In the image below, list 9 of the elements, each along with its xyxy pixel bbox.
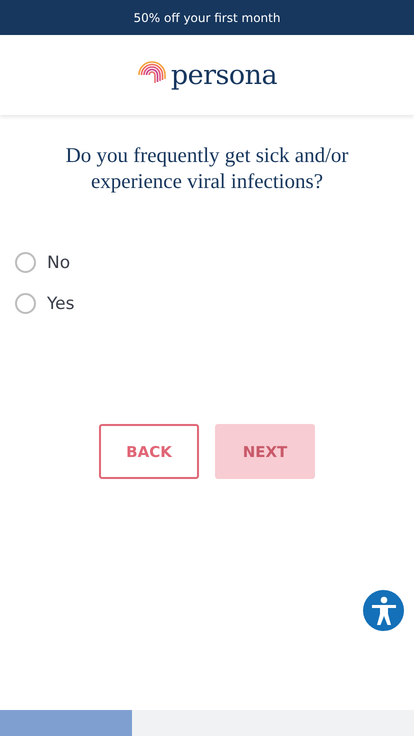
accessibility-button[interactable] <box>363 590 404 631</box>
question-text: Do you frequently get sick and/or experience viral infections? <box>64 142 350 194</box>
radio-button[interactable] <box>15 252 36 273</box>
answer-option[interactable]: Yes <box>15 293 74 314</box>
logo-wordmark[interactable]: persona <box>170 60 278 90</box>
answer-option[interactable]: No <box>15 252 70 273</box>
radio-button[interactable] <box>15 293 36 314</box>
accessibility-icon <box>370 596 396 626</box>
promo-banner: 50% off your first month <box>0 0 414 35</box>
